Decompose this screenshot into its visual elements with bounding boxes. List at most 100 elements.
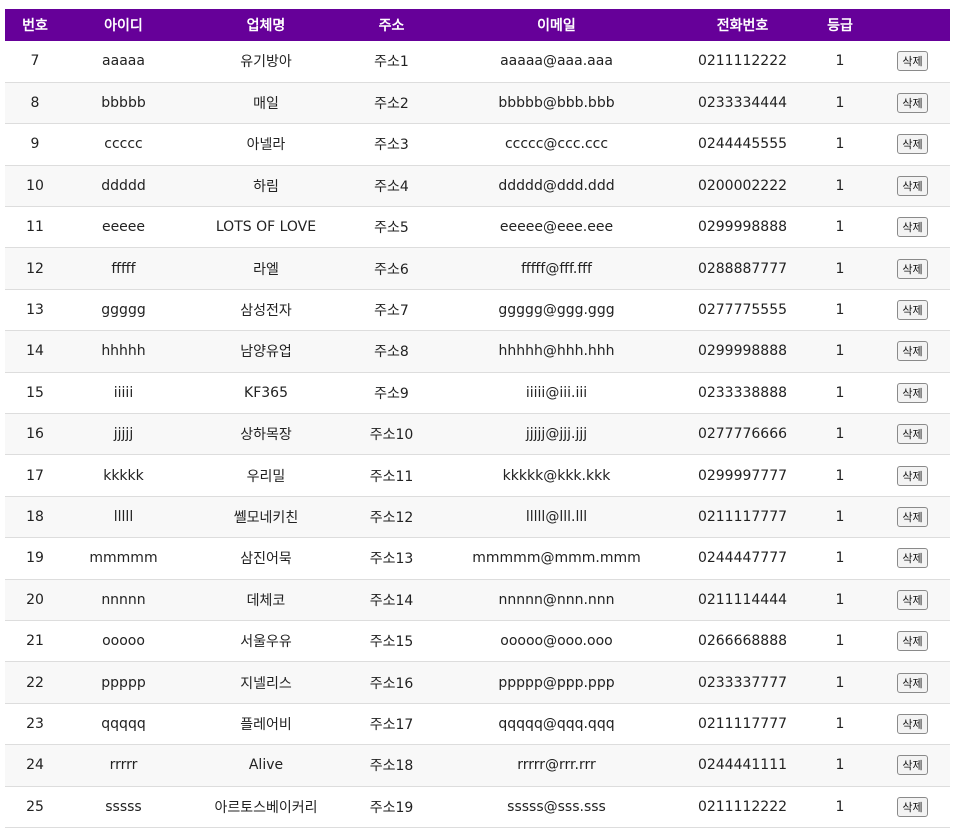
delete-button[interactable]: 삭제	[897, 341, 928, 362]
cell-no: 25	[26, 798, 44, 815]
cell-address: 주소17	[369, 716, 414, 733]
delete-button[interactable]: 삭제	[897, 258, 928, 279]
delete-button[interactable]: 삭제	[897, 631, 928, 652]
cell-address: 주소14	[369, 592, 414, 609]
delete-button[interactable]: 삭제	[897, 300, 928, 321]
cell-id: iiiii	[113, 384, 134, 401]
delete-button[interactable]: 삭제	[897, 506, 928, 527]
cell-address: 주소7	[374, 303, 409, 320]
delete-button[interactable]: 삭제	[897, 755, 928, 776]
cell-grade: 1	[835, 674, 845, 691]
cell-address: 주소12	[369, 509, 414, 526]
table-row: 20 nnnnn 데체코 주소14 nnnnn@nnn.nnn 0211114444 1 삭제	[5, 579, 950, 621]
cell-email: bbbbb@bbb.bbb	[498, 95, 615, 112]
cell-company: 남양유업	[240, 344, 292, 361]
cell-company: 유기방아	[240, 54, 292, 71]
cell-address: 주소9	[374, 385, 409, 402]
cell-action: 삭제	[875, 455, 950, 496]
header-company: 업체명	[246, 18, 286, 34]
delete-button[interactable]: 삭제	[897, 134, 928, 155]
cell-no: 18	[26, 508, 44, 525]
cell-id: hhhhh	[101, 343, 146, 360]
delete-button[interactable]: 삭제	[897, 548, 928, 569]
cell-email: kkkkk@kkk.kkk	[502, 467, 611, 484]
cell-action: 삭제	[875, 786, 950, 827]
table-row: 17 kkkkk 우리밀 주소11 kkkkk@kkk.kkk 0299997777 1 삭제	[5, 455, 950, 497]
header-no: 번호	[22, 18, 48, 34]
cell-phone: 0277776666	[697, 426, 788, 443]
cell-phone: 0211112222	[697, 798, 788, 815]
delete-button[interactable]: 삭제	[897, 382, 928, 403]
cell-phone: 0277775555	[697, 302, 788, 319]
cell-grade: 1	[835, 302, 845, 319]
cell-no: 8	[30, 95, 40, 112]
cell-id: rrrrr	[109, 757, 138, 774]
cell-no: 22	[26, 674, 44, 691]
delete-button[interactable]: 삭제	[897, 175, 928, 196]
cell-phone: 0299998888	[697, 343, 788, 360]
cell-action: 삭제	[875, 703, 950, 744]
cell-email: aaaaa@aaa.aaa	[500, 53, 613, 70]
delete-button[interactable]: 삭제	[897, 672, 928, 693]
table-row: 14 hhhhh 남양유업 주소8 hhhhh@hhh.hhh 0299998888 1 삭제	[5, 330, 950, 373]
cell-grade: 1	[835, 508, 845, 525]
member-table: 번호 아이디 업체명 주소 이메일 전화번호 등급 7 aaaaa 유기방아 주소1 a…	[5, 9, 950, 828]
cell-grade: 1	[835, 550, 845, 567]
cell-phone: 0233337777	[697, 674, 788, 691]
cell-grade: 1	[835, 53, 845, 70]
cell-id: bbbbb	[101, 95, 146, 112]
delete-button[interactable]: 삭제	[897, 424, 928, 445]
delete-button[interactable]: 삭제	[897, 93, 928, 114]
cell-phone: 0244445555	[697, 136, 788, 153]
cell-id: ooooo	[102, 633, 145, 650]
cell-grade: 1	[835, 343, 845, 360]
cell-no: 24	[26, 757, 44, 774]
cell-no: 23	[26, 715, 44, 732]
cell-no: 10	[26, 177, 44, 194]
cell-action: 삭제	[875, 372, 950, 413]
member-table-container: 번호 아이디 업체명 주소 이메일 전화번호 등급 7 aaaaa 유기방아 주소1 a…	[5, 9, 950, 828]
cell-no: 17	[26, 467, 44, 484]
cell-phone: 0200002222	[697, 177, 788, 194]
cell-action: 삭제	[875, 165, 950, 206]
cell-email: rrrrr@rrr.rrr	[517, 757, 596, 774]
cell-company: 하림	[253, 178, 279, 195]
table-body: 7 aaaaa 유기방아 주소1 aaaaa@aaa.aaa 0211112222 1 삭제 8…	[5, 41, 950, 828]
delete-button[interactable]: 삭제	[897, 217, 928, 238]
cell-email: ooooo@ooo.ooo	[500, 633, 613, 650]
delete-button[interactable]: 삭제	[897, 713, 928, 734]
table-row: 16 jjjjj 상하목장 주소10 jjjjj@jjj.jjj 0277776666 1 삭…	[5, 413, 950, 455]
cell-phone: 0233334444	[697, 95, 788, 112]
table-row: 18 lllll 쎌모네키친 주소12 lllll@lll.lll 0211117777 1…	[5, 496, 950, 538]
cell-phone: 0244441111	[697, 757, 788, 774]
cell-phone: 0288887777	[697, 260, 788, 277]
cell-no: 13	[26, 302, 44, 319]
cell-grade: 1	[835, 384, 845, 401]
delete-button[interactable]: 삭제	[897, 51, 928, 72]
cell-no: 9	[30, 136, 40, 153]
cell-id: fffff	[111, 260, 136, 277]
header-id: 아이디	[104, 18, 143, 34]
cell-email: ddddd@ddd.ddd	[498, 177, 615, 194]
cell-id: kkkkk	[103, 467, 144, 484]
delete-button[interactable]: 삭제	[897, 589, 928, 610]
table-header-row: 번호 아이디 업체명 주소 이메일 전화번호 등급	[5, 9, 950, 41]
delete-button[interactable]: 삭제	[897, 796, 928, 817]
delete-button[interactable]: 삭제	[897, 465, 928, 486]
table-row: 22 ppppp 지넬리스 주소16 ppppp@ppp.ppp 0233337777 1 삭…	[5, 661, 950, 704]
cell-email: nnnnn@nnn.nnn	[498, 591, 615, 608]
cell-no: 14	[26, 343, 44, 360]
cell-address: 주소8	[374, 344, 409, 361]
cell-no: 19	[26, 550, 44, 567]
header-grade: 등급	[827, 18, 853, 34]
cell-id: ccccc	[104, 136, 143, 153]
cell-company: 플레어비	[240, 716, 292, 733]
cell-action: 삭제	[875, 331, 950, 372]
cell-action: 삭제	[875, 662, 950, 703]
cell-phone: 0211117777	[697, 715, 788, 732]
cell-email: sssss@sss.sss	[507, 798, 606, 815]
cell-email: fffff@fff.fff	[521, 260, 592, 277]
cell-phone: 0266668888	[697, 633, 788, 650]
cell-address: 주소16	[369, 675, 414, 692]
cell-action: 삭제	[875, 496, 950, 537]
